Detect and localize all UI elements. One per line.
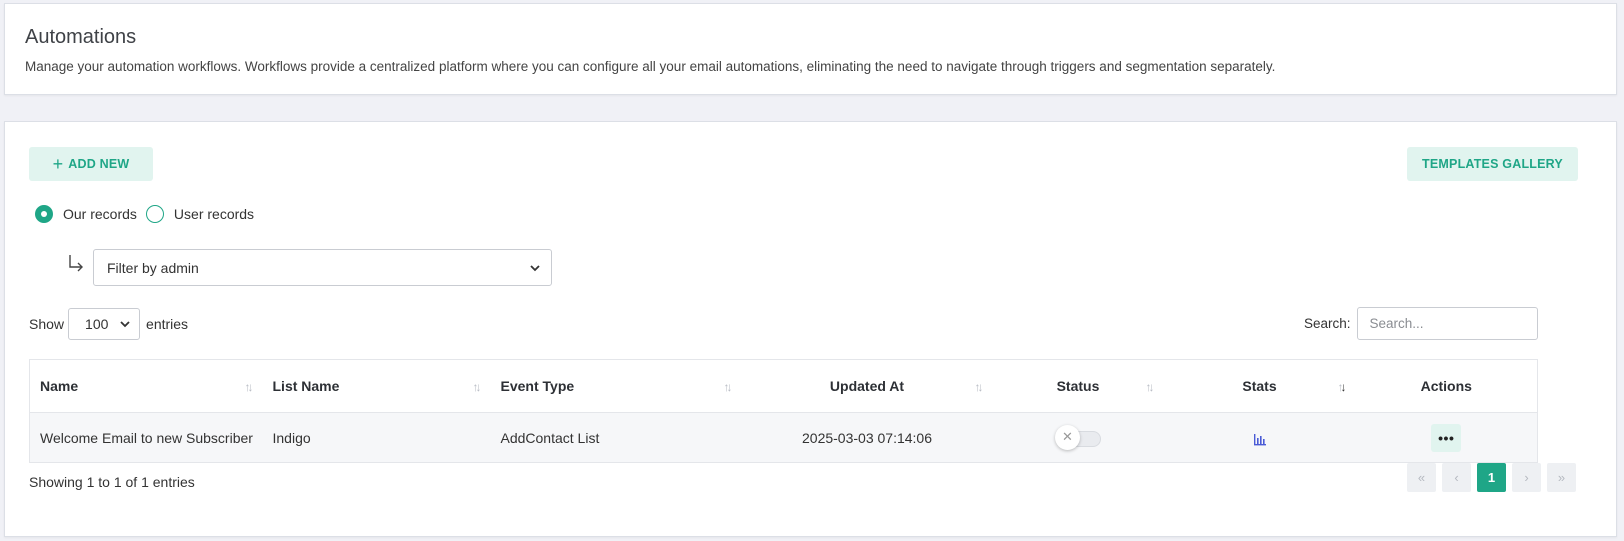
status-toggle[interactable]: ✕ xyxy=(1055,424,1101,450)
add-new-button[interactable]: + ADD NEW xyxy=(29,147,153,181)
previous-page-button[interactable]: ‹ xyxy=(1442,463,1471,492)
sort-icon: ↑↓ xyxy=(1145,380,1155,394)
user-records-radio[interactable] xyxy=(145,205,164,223)
cell-list-name: Indigo xyxy=(262,412,491,463)
page-description: Manage your automation workflows. Workfl… xyxy=(25,59,1276,74)
close-icon: ✕ xyxy=(1055,424,1080,450)
cell-name: Welcome Email to new Subscriber xyxy=(29,412,263,463)
more-icon[interactable]: ••• xyxy=(1431,423,1462,452)
records-radio-group: Our records User records xyxy=(35,205,263,223)
entries-select[interactable]: 100 xyxy=(68,308,141,340)
admin-filter-select[interactable]: Filter by admin xyxy=(93,249,552,286)
next-page-button[interactable]: › xyxy=(1512,463,1541,492)
plus-icon: + xyxy=(52,154,64,174)
table-header-row: Name ↑↓ List Name ↑↓ Event Type ↑↓ Updat… xyxy=(30,360,1538,413)
column-header-actions: Actions xyxy=(1420,378,1472,394)
sort-icon: ↑↓ xyxy=(244,380,254,394)
show-label: Show xyxy=(29,316,65,332)
search-label: Search: xyxy=(1304,316,1351,331)
sort-icon: ↑↓ xyxy=(723,380,733,394)
bar-chart-icon[interactable] xyxy=(1253,432,1267,446)
entries-label: entries xyxy=(146,316,189,332)
admin-filter-value: Filter by admin xyxy=(107,259,199,276)
column-header-event-type[interactable]: Event Type ↑↓ xyxy=(491,360,742,413)
cell-actions: ••• xyxy=(1355,412,1538,463)
return-arrow-icon xyxy=(69,255,83,272)
entries-length: Show 100 entries xyxy=(29,308,188,340)
table-search: Search: xyxy=(1304,307,1538,340)
column-header-list-name[interactable]: List Name ↑↓ xyxy=(263,360,491,413)
table-row: Welcome Email to new Subscriber Indigo A… xyxy=(29,412,1538,463)
user-records-label[interactable]: User records xyxy=(174,206,254,222)
column-header-stats[interactable]: Stats ↑↓ xyxy=(1164,360,1356,413)
chevron-down-icon xyxy=(120,321,130,328)
last-page-button[interactable]: » xyxy=(1547,463,1576,492)
templates-gallery-label: TEMPLATES GALLERY xyxy=(1422,157,1563,171)
automations-panel: + ADD NEW TEMPLATES GALLERY Our records … xyxy=(4,121,1617,537)
cell-updated-at: 2025-03-03 07:14:06 xyxy=(741,412,993,463)
sort-icon: ↑↓ xyxy=(472,380,482,394)
page-button-current[interactable]: 1 xyxy=(1477,463,1506,492)
chevron-down-icon xyxy=(530,264,540,271)
our-records-label[interactable]: Our records xyxy=(63,206,137,222)
pagination: « ‹ 1 › » xyxy=(1407,463,1576,492)
cell-stats xyxy=(1163,412,1356,463)
cell-event-type: AddContact List xyxy=(490,412,742,463)
table-info: Showing 1 to 1 of 1 entries xyxy=(29,474,195,490)
page-title: Automations xyxy=(25,26,137,48)
entries-value: 100 xyxy=(85,316,109,332)
automations-table: Name ↑↓ List Name ↑↓ Event Type ↑↓ Updat… xyxy=(29,359,1538,463)
sort-icon: ↑↓ xyxy=(1337,380,1347,394)
column-header-name[interactable]: Name ↑↓ xyxy=(30,360,263,413)
column-header-status[interactable]: Status ↑↓ xyxy=(993,360,1164,413)
search-input[interactable] xyxy=(1356,307,1538,340)
templates-gallery-button[interactable]: TEMPLATES GALLERY xyxy=(1407,147,1578,181)
first-page-button[interactable]: « xyxy=(1407,463,1436,492)
sort-icon: ↑↓ xyxy=(974,380,984,394)
our-records-radio[interactable] xyxy=(35,205,53,223)
add-new-label: ADD NEW xyxy=(68,157,130,171)
page-header: Automations Manage your automation workf… xyxy=(4,3,1617,95)
cell-status: ✕ xyxy=(992,412,1164,463)
column-header-updated-at[interactable]: Updated At ↑↓ xyxy=(742,360,993,413)
